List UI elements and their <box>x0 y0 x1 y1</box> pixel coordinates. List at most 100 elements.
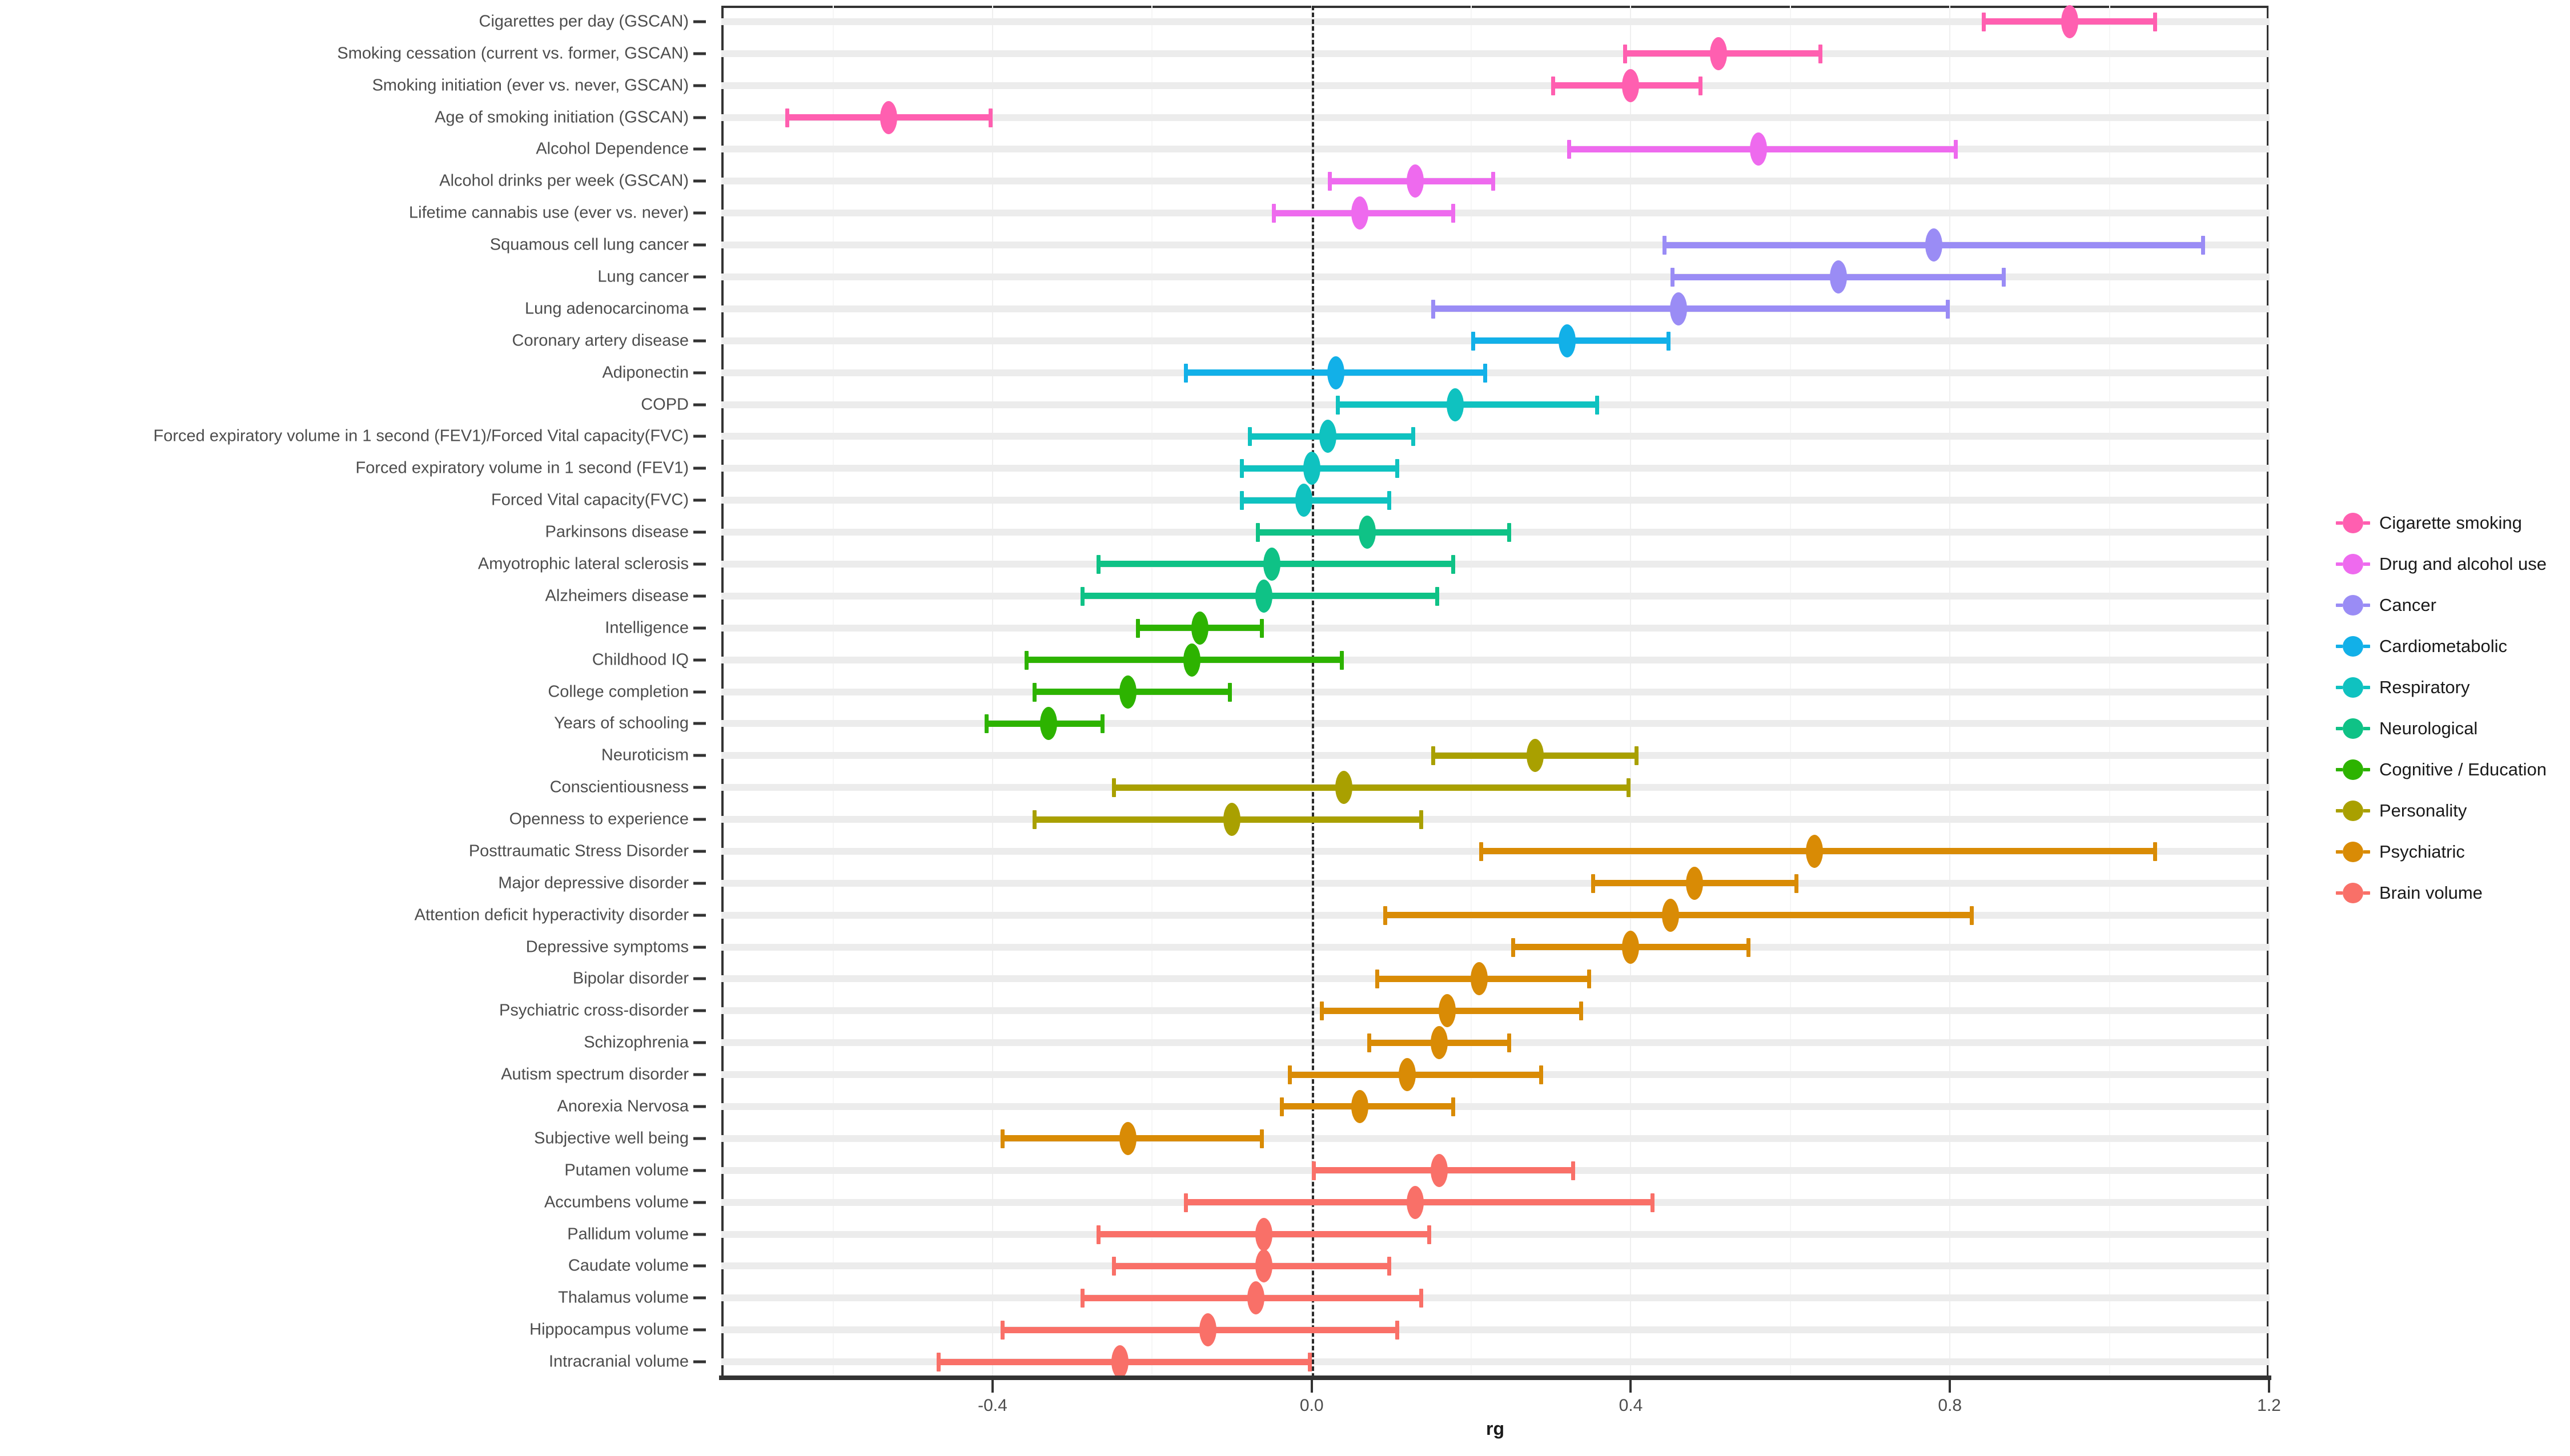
interval-cap <box>1411 427 1416 447</box>
y-axis-tick <box>693 1041 706 1044</box>
interval-cap <box>1080 1289 1085 1308</box>
y-axis-label: Thalamus volume <box>558 1288 689 1307</box>
legend-item-cardiometabolic[interactable]: Cardiometabolic <box>2336 626 2564 667</box>
legend-dot-icon <box>2343 595 2363 616</box>
interval-cap <box>1431 746 1436 766</box>
x-axis-line <box>719 1375 2271 1380</box>
row-band <box>721 50 2269 57</box>
legend-item-brain-volume[interactable]: Brain volume <box>2336 872 2564 914</box>
y-axis-label: Coronary artery disease <box>512 331 689 350</box>
y-axis-tick <box>693 1264 706 1268</box>
interval-cap <box>1383 906 1388 925</box>
point-estimate-marker <box>1925 228 1943 262</box>
interval-cap <box>1387 1257 1392 1276</box>
point-estimate-marker <box>1191 611 1209 645</box>
interval-cap <box>785 108 789 127</box>
y-axis-label: Lung cancer <box>597 267 689 286</box>
interval-cap <box>1307 1353 1312 1372</box>
x-axis-tick-label: 0.0 <box>1299 1396 1324 1415</box>
interval-cap <box>1096 1225 1101 1244</box>
interval-cap <box>1451 1097 1456 1116</box>
y-axis-label: Anorexia Nervosa <box>557 1097 689 1116</box>
row-band <box>721 1294 2269 1302</box>
y-axis-tick <box>693 530 706 534</box>
point-estimate-marker <box>1407 164 1424 198</box>
interval-cap <box>1367 1033 1372 1053</box>
y-axis-label: College completion <box>548 682 689 701</box>
y-axis-tick <box>693 690 706 693</box>
interval-cap <box>1247 427 1252 447</box>
interval-cap <box>1946 299 1950 319</box>
interval-cap <box>1387 491 1392 510</box>
legend-label: Respiratory <box>2379 677 2470 697</box>
interval-cap <box>1096 554 1101 574</box>
point-estimate-marker <box>1710 37 1728 70</box>
y-axis-tick <box>693 52 706 55</box>
y-axis-label: Depressive symptoms <box>525 938 689 956</box>
row-band <box>721 1326 2269 1334</box>
legend-dot-icon <box>2343 718 2363 739</box>
interval-cap <box>1080 586 1085 606</box>
interval-cap <box>1627 778 1631 798</box>
legend-item-psychiatric[interactable]: Psychiatric <box>2336 831 2564 872</box>
y-axis-label: Intelligence <box>605 618 689 637</box>
legend-dash-icon <box>2336 521 2343 525</box>
interval-cap <box>1024 650 1029 670</box>
legend-item-neurological[interactable]: Neurological <box>2336 708 2564 749</box>
legend-label: Cancer <box>2379 595 2436 615</box>
row-band <box>721 1135 2269 1142</box>
y-axis-label: Childhood IQ <box>592 650 689 669</box>
interval-cap <box>1287 1065 1292 1085</box>
y-axis-label: Smoking initiation (ever vs. never, GSCA… <box>372 76 689 95</box>
y-axis-label: Lung adenocarcinoma <box>525 299 689 318</box>
legend-label: Drug and alcohol use <box>2379 554 2547 574</box>
confidence-interval-bar <box>1255 529 1511 536</box>
legend-dash-icon <box>2336 768 2343 771</box>
y-axis-label: Neuroticism <box>601 746 689 765</box>
legend-item-cancer[interactable]: Cancer <box>2336 585 2564 626</box>
row-band <box>721 943 2269 951</box>
legend-dash-icon <box>2336 809 2343 813</box>
legend-dot-icon <box>2343 513 2363 533</box>
row-band <box>721 816 2269 823</box>
interval-cap <box>1184 363 1188 383</box>
point-estimate-marker <box>1558 324 1576 357</box>
interval-cap <box>1483 363 1488 383</box>
interval-cap <box>984 714 989 734</box>
confidence-interval-bar <box>1112 784 1631 791</box>
interval-cap <box>1395 1321 1400 1340</box>
y-axis-label: Openness to experience <box>509 810 689 828</box>
y-axis-tick <box>693 1137 706 1140</box>
y-axis-label: COPD <box>641 395 689 414</box>
y-axis-tick <box>693 435 706 438</box>
y-axis-label: Posttraumatic Stress Disorder <box>468 842 689 860</box>
y-axis-tick <box>693 818 706 821</box>
legend-item-respiratory[interactable]: Respiratory <box>2336 667 2564 708</box>
point-estimate-marker <box>1351 196 1368 230</box>
row-band <box>721 656 2269 663</box>
legend-item-drug-and-alcohol-use[interactable]: Drug and alcohol use <box>2336 544 2564 585</box>
row-band <box>721 273 2269 280</box>
y-axis-label: Caudate volume <box>568 1256 689 1275</box>
interval-cap <box>1663 236 1667 255</box>
legend-dot-icon <box>2343 842 2363 862</box>
legend-dash-icon <box>2336 891 2343 895</box>
legend-item-personality[interactable]: Personality <box>2336 790 2564 831</box>
x-axis-tick <box>1310 1380 1313 1393</box>
point-estimate-marker <box>1686 866 1704 900</box>
legend-item-cognitive-education[interactable]: Cognitive / Education <box>2336 749 2564 790</box>
legend-dash-icon <box>2336 645 2343 648</box>
row-band <box>721 1230 2269 1238</box>
legend-label: Cigarette smoking <box>2379 513 2522 533</box>
interval-cap <box>1427 1225 1432 1244</box>
confidence-interval-bar <box>1112 1262 1392 1269</box>
point-estimate-marker <box>1829 260 1847 293</box>
interval-cap <box>1651 1193 1655 1212</box>
point-estimate-marker <box>1471 962 1488 996</box>
legend-item-cigarette-smoking[interactable]: Cigarette smoking <box>2336 502 2564 544</box>
point-estimate-marker <box>1263 547 1280 581</box>
y-axis-label: Parkinsons disease <box>545 522 689 541</box>
interval-cap <box>1591 874 1595 893</box>
row-band <box>721 146 2269 153</box>
interval-cap <box>1112 778 1117 798</box>
